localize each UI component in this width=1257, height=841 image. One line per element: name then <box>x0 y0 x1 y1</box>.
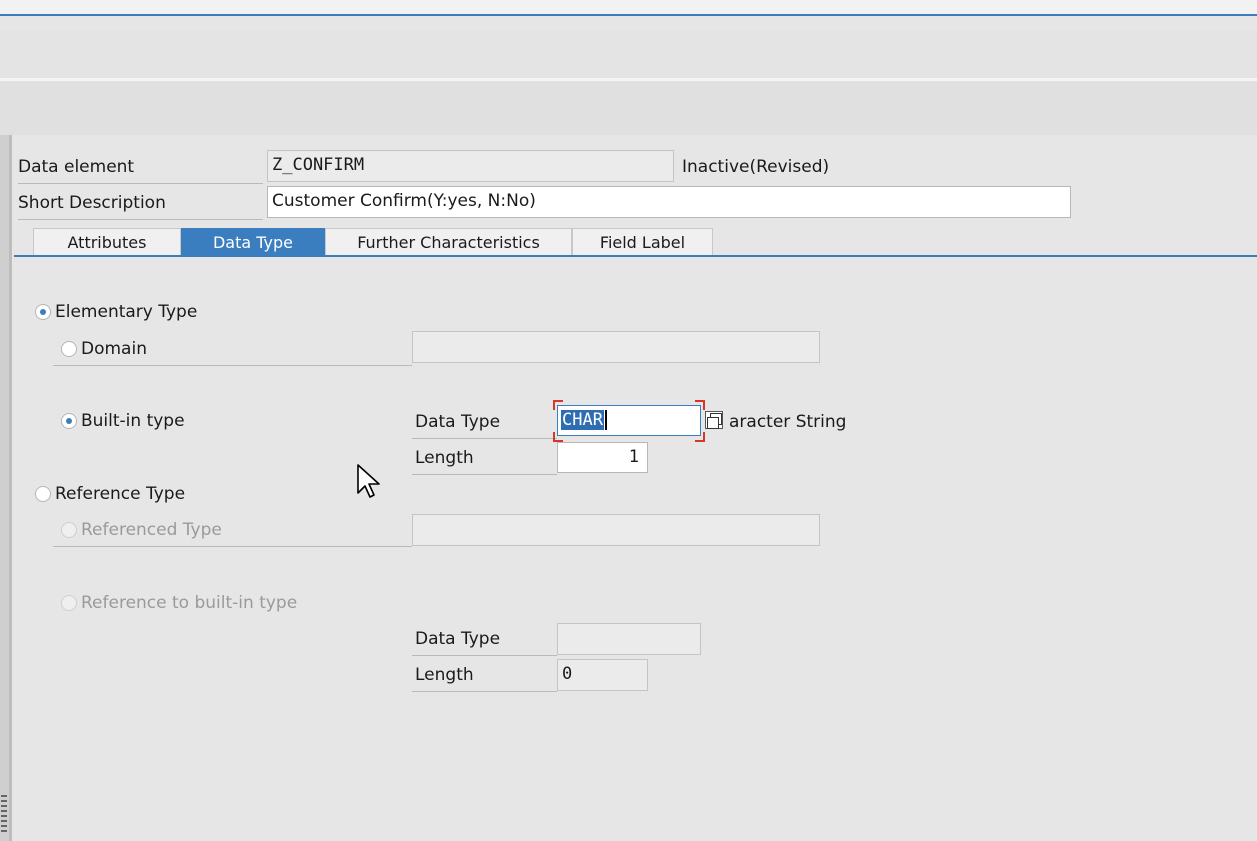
ref-length-label: Length <box>412 659 557 692</box>
elementary-type-label: Elementary Type <box>55 302 198 322</box>
elementary-type-radio[interactable] <box>35 304 51 320</box>
length-field[interactable]: 1 <box>557 442 648 473</box>
built-in-type-option[interactable]: Built-in type <box>61 405 185 437</box>
referenced-type-label: Referenced Type <box>81 520 222 540</box>
data-type-value: CHAR <box>561 410 604 430</box>
left-frame-border <box>9 135 12 841</box>
tab-field-label[interactable]: Field Label <box>572 228 713 255</box>
data-type-description: aracter String <box>729 412 847 432</box>
left-frame-edge <box>0 135 9 841</box>
title-bar <box>0 0 1257 16</box>
domain-field[interactable] <box>412 331 820 363</box>
referenced-type-separator <box>53 546 412 547</box>
referenced-type-radio <box>61 522 77 538</box>
elementary-type-option[interactable]: Elementary Type <box>35 296 197 328</box>
domain-radio[interactable] <box>61 341 77 357</box>
tab-strip-underline <box>14 255 1257 257</box>
ref-length-field: 0 <box>557 659 648 691</box>
ref-data-type-field <box>557 623 701 655</box>
tab-data-type[interactable]: Data Type <box>181 228 325 255</box>
application-toolbar <box>0 30 1257 81</box>
ref-length-label-text: Length <box>415 665 474 685</box>
reference-built-in-radio <box>61 595 77 611</box>
tab-further-characteristics[interactable]: Further Characteristics <box>325 228 572 255</box>
short-description-label: Short Description <box>18 187 263 220</box>
status-text: Inactive(Revised) <box>682 157 830 177</box>
domain-option[interactable]: Domain <box>61 333 147 365</box>
secondary-toolbar <box>0 81 1257 135</box>
reference-type-radio[interactable] <box>35 486 51 502</box>
resize-grip-icon[interactable] <box>1 795 7 835</box>
reference-built-in-label: Reference to built-in type <box>81 593 298 613</box>
data-type-label: Data Type <box>412 406 557 439</box>
short-description-field[interactable]: Customer Confirm(Y:yes, N:No) <box>267 186 1071 218</box>
reference-built-in-option: Reference to built-in type <box>61 587 297 619</box>
ref-data-type-label: Data Type <box>412 623 557 656</box>
tab-attributes[interactable]: Attributes <box>33 228 181 255</box>
data-type-field[interactable]: CHAR <box>557 405 701 436</box>
referenced-type-field <box>412 514 820 546</box>
text-caret <box>604 410 607 430</box>
referenced-type-option: Referenced Type <box>61 514 222 546</box>
domain-separator <box>53 365 412 366</box>
domain-label: Domain <box>81 339 147 359</box>
length-label-text: Length <box>415 448 474 468</box>
built-in-type-label: Built-in type <box>81 411 185 431</box>
mouse-pointer-icon <box>357 464 380 498</box>
data-type-label-text: Data Type <box>415 412 501 432</box>
data-element-field[interactable]: Z_CONFIRM <box>267 150 674 182</box>
reference-type-label: Reference Type <box>55 484 186 504</box>
length-label: Length <box>412 442 557 475</box>
ref-data-type-label-text: Data Type <box>415 629 501 649</box>
value-help-icon[interactable] <box>705 411 723 429</box>
reference-type-option[interactable]: Reference Type <box>35 478 185 510</box>
data-element-label: Data element <box>18 151 263 184</box>
built-in-type-radio[interactable] <box>61 413 77 429</box>
